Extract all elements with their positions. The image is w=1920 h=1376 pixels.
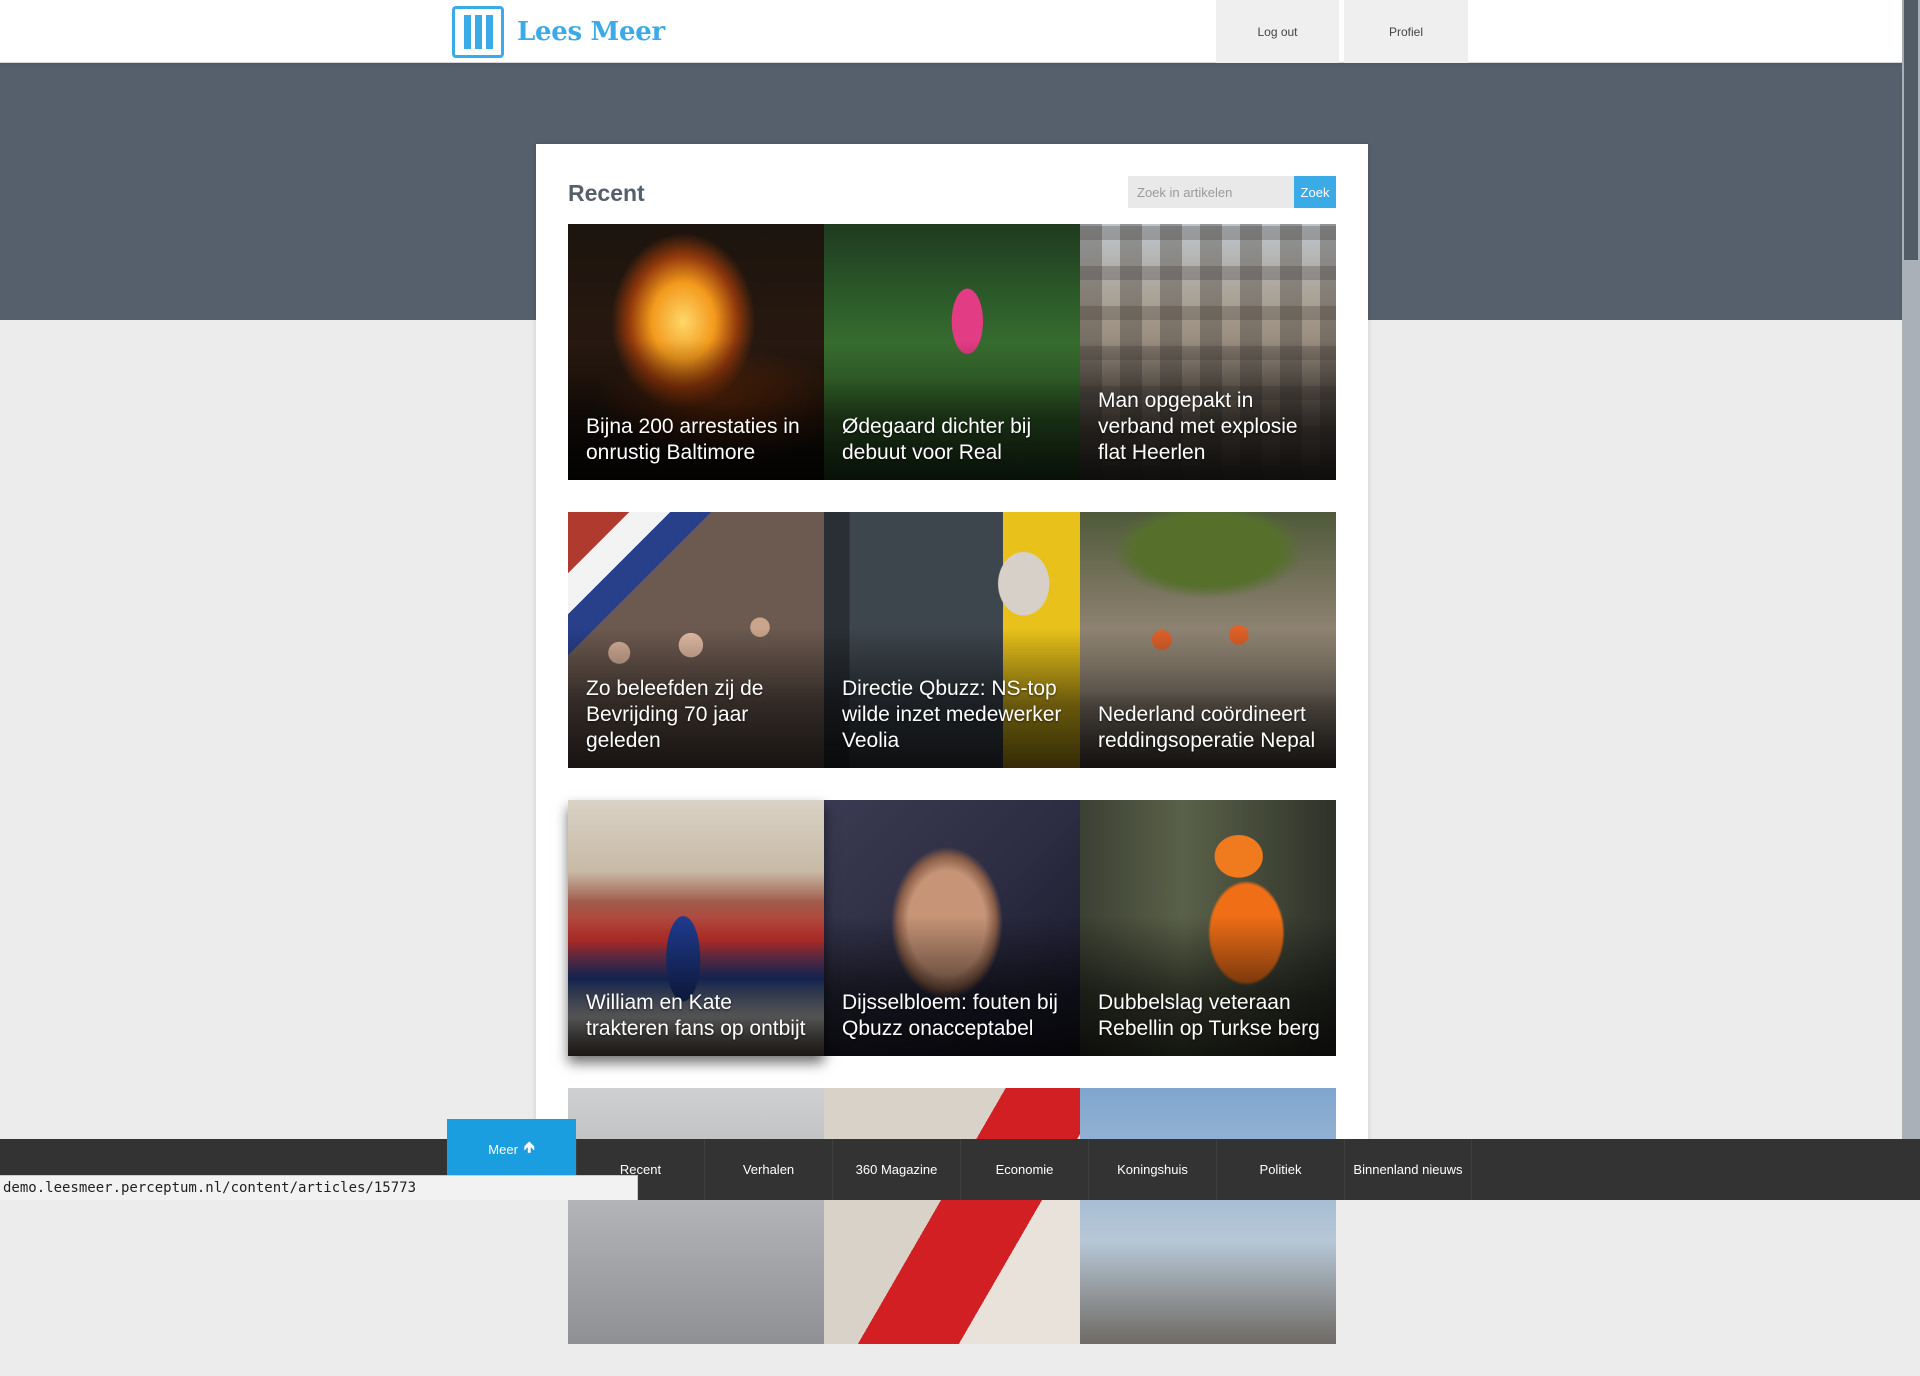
article-tile[interactable]	[568, 1088, 824, 1344]
article-title: Man opgepakt in verband met explosie fla…	[1098, 389, 1298, 464]
scrollbar-thumb[interactable]	[1904, 0, 1918, 260]
article-title: Bijna 200 arrestaties in onrustig Baltim…	[586, 415, 800, 464]
logo-text: Lees Meer	[517, 17, 665, 47]
article-tile[interactable]	[1080, 1088, 1336, 1344]
nav-item-politiek[interactable]: Politiek	[1216, 1139, 1344, 1200]
top-navigation-bar: Lees Meer Log out Profiel	[0, 0, 1902, 63]
article-tile[interactable]: Zo beleefden zij de Bevrijding 70 jaar g…	[568, 512, 824, 768]
arrow-up-icon: 🡹	[523, 1139, 535, 1156]
article-tile[interactable]: Dijsselbloem: fouten bij Qbuzz onaccepta…	[824, 800, 1080, 1056]
article-title: Directie Qbuzz: NS-top wilde inzet medew…	[842, 677, 1062, 752]
article-tile[interactable]: Bijna 200 arrestaties in onrustig Baltim…	[568, 224, 824, 480]
nav-item-verhalen[interactable]: Verhalen	[704, 1139, 832, 1200]
article-title: Dijsselbloem: fouten bij Qbuzz onaccepta…	[842, 991, 1058, 1040]
article-title: Zo beleefden zij de Bevrijding 70 jaar g…	[586, 677, 764, 752]
article-row-partial	[568, 1088, 1336, 1344]
browser-status-url: demo.leesmeer.perceptum.nl/content/artic…	[0, 1175, 638, 1200]
nav-item-360-magazine[interactable]: 360 Magazine	[832, 1139, 960, 1200]
article-title: Ødegaard dichter bij debuut voor Real	[842, 415, 1032, 464]
page-title: Recent	[568, 180, 645, 206]
article-row: Bijna 200 arrestaties in onrustig Baltim…	[568, 224, 1336, 480]
page-scrollbar[interactable]	[1902, 0, 1920, 1200]
recent-articles-panel: Recent Zoek Bijna 200 arrestaties in onr…	[536, 144, 1368, 1344]
more-label: Meer	[488, 1142, 518, 1157]
article-tile[interactable]	[824, 1088, 1080, 1344]
search-input[interactable]	[1128, 176, 1294, 208]
article-title: Dubbelslag veteraan Rebellin op Turkse b…	[1098, 991, 1320, 1040]
article-tile[interactable]: Nederland coördineert reddingsoperatie N…	[1080, 512, 1336, 768]
article-grid: Bijna 200 arrestaties in onrustig Baltim…	[568, 224, 1336, 1376]
article-title: Nederland coördineert reddingsoperatie N…	[1098, 703, 1316, 752]
nav-item-economie[interactable]: Economie	[960, 1139, 1088, 1200]
article-tile[interactable]: Dubbelslag veteraan Rebellin op Turkse b…	[1080, 800, 1336, 1056]
logout-button[interactable]: Log out	[1216, 0, 1339, 63]
article-tile[interactable]: Man opgepakt in verband met explosie fla…	[1080, 224, 1336, 480]
nav-item-koningshuis[interactable]: Koningshuis	[1088, 1139, 1216, 1200]
article-tile-hovered[interactable]: William en Kate trakteren fans op ontbij…	[568, 800, 824, 1056]
article-tile[interactable]: Ødegaard dichter bij debuut voor Real	[824, 224, 1080, 480]
article-tile[interactable]: Directie Qbuzz: NS-top wilde inzet medew…	[824, 512, 1080, 768]
article-row: Zo beleefden zij de Bevrijding 70 jaar g…	[568, 512, 1336, 768]
search-button[interactable]: Zoek	[1294, 176, 1336, 208]
lees-meer-logo[interactable]: Lees Meer	[452, 6, 665, 58]
nav-item-binnenland-nieuws[interactable]: Binnenland nieuws	[1344, 1139, 1472, 1200]
article-title: William en Kate trakteren fans op ontbij…	[586, 991, 806, 1040]
article-row: William en Kate trakteren fans op ontbij…	[568, 800, 1336, 1056]
profile-button[interactable]: Profiel	[1344, 0, 1468, 63]
bookshelf-logo-icon	[452, 6, 504, 58]
